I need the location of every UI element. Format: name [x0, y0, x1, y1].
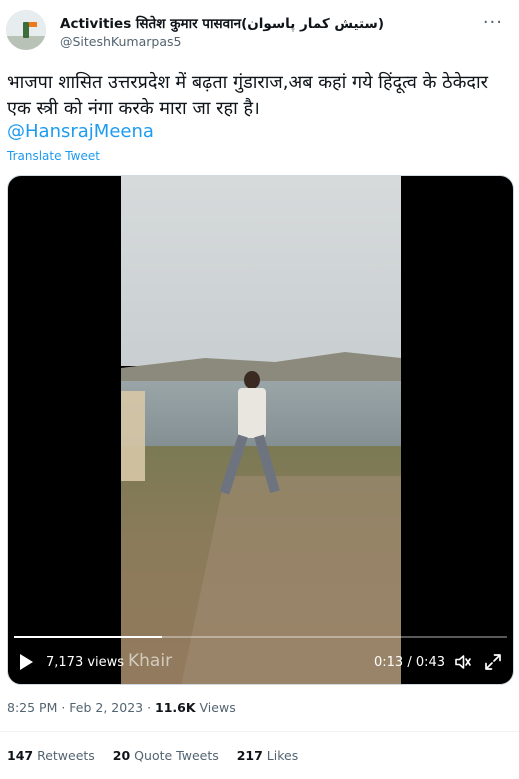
more-icon[interactable]: ···	[483, 12, 503, 33]
video-progress-fill	[14, 636, 162, 638]
video-watermark: Khair	[128, 651, 173, 671]
play-icon[interactable]	[20, 654, 33, 670]
tweet-text: भाजपा शासित उत्तरप्रदेश में बढ़ता गुंडार…	[7, 72, 488, 119]
translate-tweet-link[interactable]: Translate Tweet	[7, 149, 100, 163]
tweet-timestamp[interactable]: 8:25 PM · Feb 2, 2023 ·	[7, 700, 155, 715]
tweet-meta: 8:25 PM · Feb 2, 2023 · 11.6K Views	[7, 700, 236, 715]
quote-tweets-stat[interactable]: 20 Quote Tweets	[113, 748, 219, 763]
video-views: 7,173 views	[46, 655, 125, 670]
video-frame	[121, 176, 401, 684]
retweets-stat[interactable]: 147 Retweets	[7, 748, 95, 763]
volume-icon[interactable]	[454, 653, 472, 671]
divider	[0, 731, 519, 732]
likes-label: Likes	[262, 748, 299, 763]
avatar[interactable]	[6, 10, 46, 50]
mention-link[interactable]: @HansrajMeena	[7, 121, 154, 142]
user-handle[interactable]: @SiteshKumarpas5	[60, 34, 181, 49]
retweets-label: Retweets	[33, 748, 95, 763]
video-player[interactable]: 7,173 views Khair 0:13 / 0:43	[7, 175, 514, 685]
video-time: 0:13 / 0:43	[374, 655, 446, 670]
quote-tweets-label: Quote Tweets	[130, 748, 219, 763]
video-progress-bar[interactable]	[14, 636, 507, 638]
likes-stat[interactable]: 217 Likes	[237, 748, 299, 763]
fullscreen-icon[interactable]	[484, 653, 502, 671]
quote-tweets-count: 20	[112, 748, 131, 763]
retweets-count: 147	[7, 748, 34, 763]
views-label: Views	[195, 700, 236, 715]
display-name[interactable]: Activities सितेश कुमार पासवान(ستیش کمار …	[60, 14, 384, 32]
tweet-stats: 147 Retweets 20 Quote Tweets 217 Likes	[7, 748, 312, 763]
views-count: 11.6K	[155, 700, 196, 715]
tweet-header: Activities सितेश कुमार पासवान(ستیش کمار …	[0, 0, 519, 60]
likes-count: 217	[236, 748, 263, 763]
